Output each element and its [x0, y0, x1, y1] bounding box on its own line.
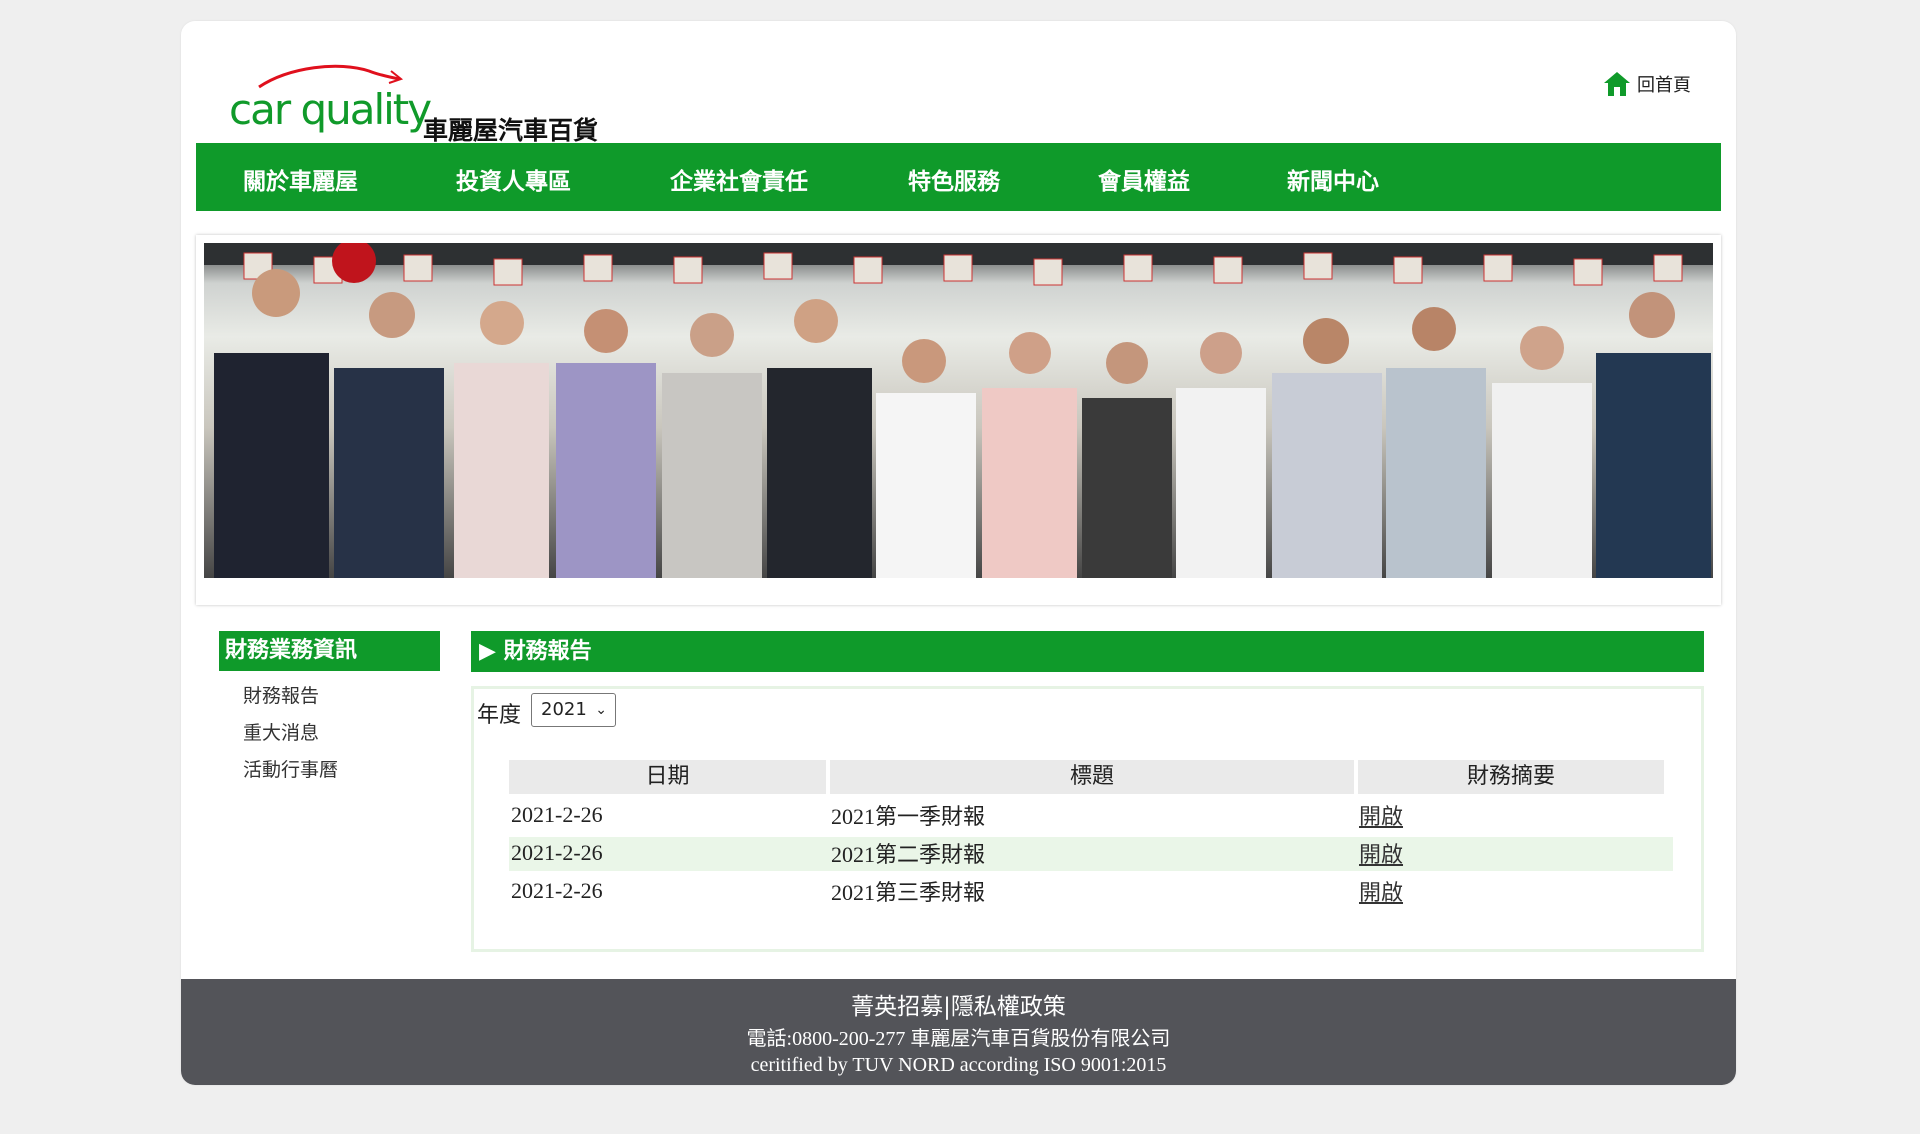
- footer-contact: 電話:0800-200-277 車麗屋汽車百貨股份有限公司 ceritified…: [181, 1026, 1736, 1078]
- nav-item-members[interactable]: 會員權益: [1098, 162, 1190, 196]
- recruit-link[interactable]: 菁英招募: [851, 994, 943, 1020]
- column-header-summary: 財務摘要: [1358, 760, 1664, 794]
- table-row: 2021-2-26 2021第二季財報 開啟: [509, 837, 1673, 871]
- nav-item-csr[interactable]: 企業社會責任: [670, 162, 808, 196]
- row-date: 2021-2-26: [511, 802, 603, 827]
- row-date: 2021-2-26: [511, 840, 603, 865]
- home-icon: [1604, 72, 1630, 96]
- sidebar-title: 財務業務資訊: [219, 631, 440, 671]
- row-title: 2021第一季財報: [831, 804, 986, 829]
- page-container: car quality 車麗屋汽車百貨 回首頁 關於車麗屋 投資人專區 企業社會…: [181, 21, 1736, 1085]
- privacy-policy-link[interactable]: 隱私權政策: [951, 994, 1066, 1020]
- row-title: 2021第二季財報: [831, 842, 986, 867]
- home-link[interactable]: 回首頁: [1603, 71, 1691, 97]
- year-label: 年度: [477, 703, 522, 728]
- logo-text-en: car quality: [229, 85, 432, 134]
- row-date: 2021-2-26: [511, 878, 603, 903]
- nav-item-about[interactable]: 關於車麗屋: [243, 162, 358, 196]
- column-header-date: 日期: [509, 760, 826, 794]
- footer-links: 菁英招募|隱私權政策: [181, 987, 1736, 1021]
- open-report-link[interactable]: 開啟: [1359, 876, 1403, 910]
- column-header-title: 標題: [830, 760, 1354, 794]
- footer-link-separator: |: [943, 994, 951, 1020]
- year-select[interactable]: 2021 ⌄: [531, 693, 616, 727]
- open-report-link[interactable]: 開啟: [1359, 800, 1403, 834]
- banner-photo: [204, 243, 1713, 578]
- nav-item-services[interactable]: 特色服務: [908, 162, 1000, 196]
- sidebar-item-event-calendar[interactable]: 活動行事曆: [243, 755, 338, 782]
- open-report-link[interactable]: 開啟: [1359, 838, 1403, 872]
- year-select-value: 2021: [541, 699, 587, 720]
- row-title: 2021第三季財報: [831, 880, 986, 905]
- nav-item-news[interactable]: 新聞中心: [1287, 162, 1379, 196]
- logo-text-zh: 車麗屋汽車百貨: [423, 116, 599, 145]
- site-footer: 菁英招募|隱私權政策 電話:0800-200-277 車麗屋汽車百貨股份有限公司…: [181, 979, 1736, 1085]
- sidebar-item-financial-report[interactable]: 財務報告: [243, 681, 319, 708]
- site-logo[interactable]: car quality 車麗屋汽車百貨: [229, 57, 629, 157]
- report-panel: [471, 686, 1704, 952]
- banner-frame: [196, 235, 1721, 605]
- sidebar-item-major-news[interactable]: 重大消息: [243, 718, 319, 745]
- home-link-label: 回首頁: [1637, 75, 1691, 96]
- chevron-down-icon: ⌄: [595, 702, 607, 718]
- nav-item-investors[interactable]: 投資人專區: [456, 162, 571, 196]
- section-title: ▶ 財務報告: [471, 631, 1704, 672]
- banner-group-photo-image: [204, 243, 1713, 578]
- main-nav: 關於車麗屋 投資人專區 企業社會責任 特色服務 會員權益 新聞中心: [196, 143, 1721, 211]
- footer-certification: ceritified by TUV NORD according ISO 900…: [750, 1054, 1167, 1076]
- footer-phone-company: 電話:0800-200-277 車麗屋汽車百貨股份有限公司: [746, 1028, 1171, 1050]
